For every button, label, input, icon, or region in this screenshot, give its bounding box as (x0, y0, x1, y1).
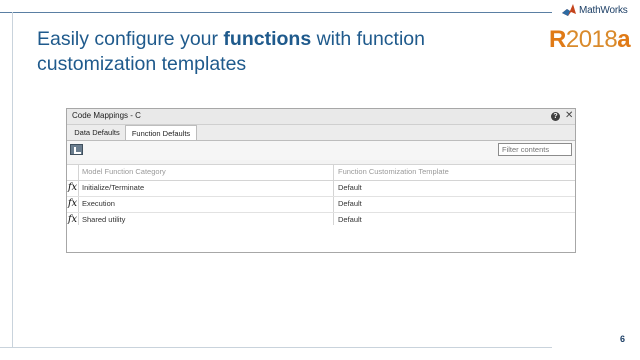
slide-top-rule (0, 12, 552, 13)
panel-titlebar: Code Mappings - C ? ✕ (67, 109, 575, 125)
slide-title: Easily configure your functions with fun… (37, 28, 425, 75)
function-fx-icon: fx (67, 181, 79, 196)
code-mappings-panel: Code Mappings - C ? ✕ Data Defaults Func… (66, 108, 576, 253)
logo-text: MathWorks (579, 4, 628, 16)
membrane-logo-icon (562, 4, 576, 16)
category-cell: Initialize/Terminate (79, 181, 334, 196)
function-fx-icon: fx (67, 197, 79, 212)
close-icon[interactable]: ✕ (565, 110, 573, 122)
tab-function-defaults[interactable]: Function Defaults (125, 125, 197, 140)
table-empty-area (67, 225, 575, 252)
table-row[interactable]: fx Execution Default (67, 197, 575, 213)
release-badge: R2018a (549, 26, 631, 53)
function-defaults-table: Model Function Category Function Customi… (67, 164, 575, 229)
template-cell[interactable]: Default (334, 197, 575, 212)
tab-strip: Data Defaults Function Defaults (67, 125, 575, 141)
toolbar (67, 141, 575, 160)
filter-contents-input[interactable] (498, 143, 572, 156)
slide-left-rule (12, 12, 13, 348)
column-header-template[interactable]: Function Customization Template (334, 165, 575, 180)
mathworks-logo: MathWorks (562, 4, 628, 16)
panel-title: Code Mappings - C (72, 111, 141, 120)
column-header-category[interactable]: Model Function Category (79, 165, 334, 180)
tab-data-defaults[interactable]: Data Defaults (69, 125, 125, 139)
page-number: 6 (620, 334, 626, 344)
model-data-editor-icon[interactable] (70, 144, 83, 155)
table-row[interactable]: fx Initialize/Terminate Default (67, 181, 575, 197)
help-icon[interactable]: ? (551, 112, 560, 121)
category-cell: Execution (79, 197, 334, 212)
slide-bottom-rule (0, 347, 552, 348)
template-cell[interactable]: Default (334, 181, 575, 196)
table-header: Model Function Category Function Customi… (67, 164, 575, 181)
